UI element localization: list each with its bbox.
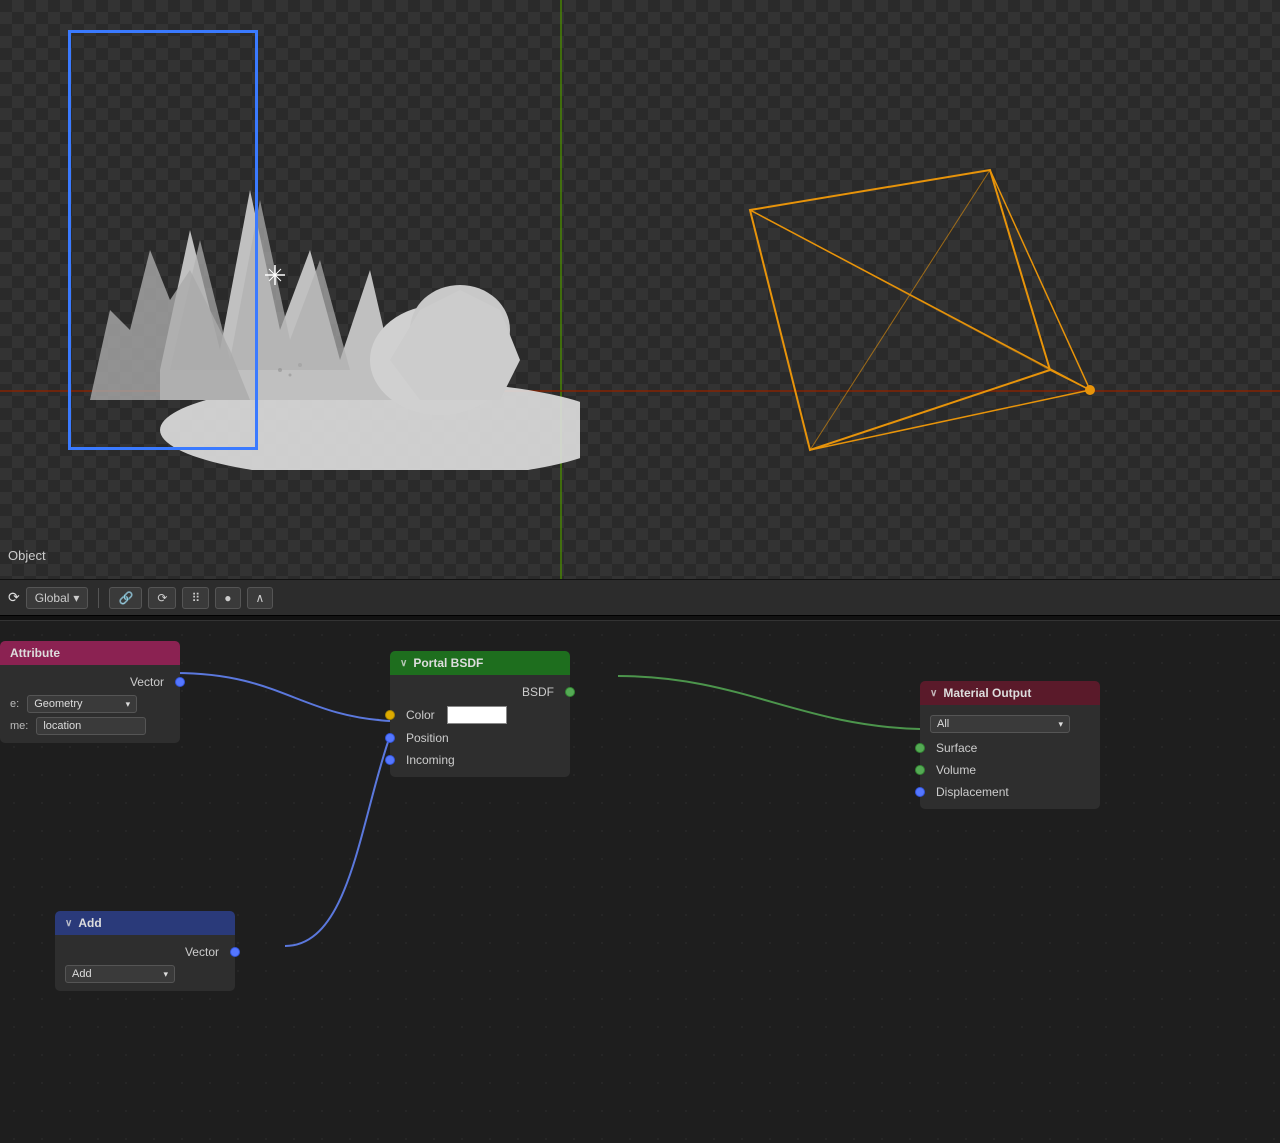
viewport-toolbar: ⟳ Global ▾ 🔗 ⟳ ⠿ ● ∧	[0, 579, 1280, 615]
add-type-dropdown[interactable]: Add ▾	[65, 965, 175, 983]
shading-btn[interactable]: ●	[215, 587, 240, 609]
material-output-dropdown-row: All ▾	[920, 711, 1100, 737]
add-node-title: Add	[78, 916, 101, 930]
vector-label: Vector	[130, 675, 164, 689]
all-value: All	[937, 718, 949, 730]
surface-input-row: Surface	[920, 737, 1100, 759]
displacement-input-row: Displacement	[920, 781, 1100, 803]
incoming-label: Incoming	[406, 753, 455, 767]
displacement-label: Displacement	[936, 785, 1009, 799]
location-field[interactable]: location	[36, 717, 146, 735]
position-input-socket	[385, 733, 395, 743]
portal-bsdf-header: ∨ Portal BSDF	[390, 651, 570, 675]
material-output-header: ∨ Material Output	[920, 681, 1100, 705]
3d-viewport[interactable]: Object ⟳ Global ▾ 🔗 ⟳ ⠿ ● ∧	[0, 0, 1280, 615]
attribute-vector-output: Vector	[0, 671, 180, 693]
add-chevron: ∨	[65, 918, 72, 929]
attribute-node-title: Attribute	[10, 646, 60, 660]
add-node-body: Vector Add ▾	[55, 935, 235, 991]
location-value: location	[43, 720, 81, 732]
mode-arrow: ▾	[73, 591, 79, 605]
portal-chevron: ∨	[400, 658, 407, 669]
material-output-title: Material Output	[943, 686, 1031, 700]
attribute-name-row: me: location	[0, 715, 180, 737]
name-label: me:	[10, 720, 28, 732]
add-dropdown-arrow: ▾	[163, 969, 168, 980]
bsdf-label: BSDF	[522, 685, 554, 699]
portal-bsdf-title: Portal BSDF	[413, 656, 483, 670]
refresh-btn[interactable]: ⟳	[148, 587, 176, 609]
camera-wireframe	[690, 150, 1110, 530]
color-input-row: Color	[390, 703, 570, 727]
node-editor[interactable]: Attribute Vector e: Geometry ▾ me: locat…	[0, 621, 1280, 1143]
displacement-input-socket	[915, 787, 925, 797]
global-dropdown[interactable]: Global ▾	[26, 587, 89, 609]
all-arrow: ▾	[1058, 719, 1063, 730]
link-btn[interactable]: 🔗	[109, 587, 142, 609]
camera-frame	[68, 30, 258, 450]
volume-label: Volume	[936, 763, 976, 777]
attribute-type-row: e: Geometry ▾	[0, 693, 180, 715]
overlay-btn[interactable]: ⠿	[182, 587, 209, 609]
add-node-header: ∨ Add	[55, 911, 235, 935]
material-output-body: All ▾ Surface Volume Displacement	[920, 705, 1100, 809]
vector-output-socket	[175, 677, 185, 687]
color-swatch[interactable]	[447, 706, 507, 724]
position-input-row: Position	[390, 727, 570, 749]
all-dropdown[interactable]: All ▾	[930, 715, 1070, 733]
attribute-node: Attribute Vector e: Geometry ▾ me: locat…	[0, 641, 180, 743]
geometry-value: Geometry	[34, 698, 82, 710]
bsdf-output-row: BSDF	[390, 681, 570, 703]
attribute-node-header: Attribute	[0, 641, 180, 665]
portal-bsdf-body: BSDF Color Position Incoming	[390, 675, 570, 777]
geometry-dropdown[interactable]: Geometry ▾	[27, 695, 137, 713]
volume-input-row: Volume	[920, 759, 1100, 781]
surface-label: Surface	[936, 741, 977, 755]
color-input-label: Color	[406, 708, 435, 722]
type-label: e:	[10, 698, 19, 710]
surface-input-socket	[915, 743, 925, 753]
object-mode-label: Object	[8, 548, 46, 563]
add-node: ∨ Add Vector Add ▾	[55, 911, 235, 991]
material-output-node: ∨ Material Output All ▾ Surface Volume	[920, 681, 1100, 809]
add-vector-socket	[230, 947, 240, 957]
material-chevron: ∨	[930, 688, 937, 699]
add-vector-label: Vector	[185, 945, 219, 959]
attribute-node-body: Vector e: Geometry ▾ me: location	[0, 665, 180, 743]
add-dropdown-row: Add ▾	[55, 963, 235, 985]
add-vector-output: Vector	[55, 941, 235, 963]
global-mode-label: Global	[35, 591, 70, 605]
bsdf-output-socket	[565, 687, 575, 697]
incoming-input-row: Incoming	[390, 749, 570, 771]
position-label: Position	[406, 731, 449, 745]
incoming-input-socket	[385, 755, 395, 765]
render-btn[interactable]: ∧	[247, 587, 274, 609]
portal-bsdf-node: ∨ Portal BSDF BSDF Color Position	[390, 651, 570, 777]
separator	[98, 588, 99, 608]
transform-icon: ⟳	[8, 589, 20, 606]
volume-input-socket	[915, 765, 925, 775]
color-input-socket	[385, 710, 395, 720]
dropdown-arrow: ▾	[126, 699, 131, 710]
add-type-value: Add	[72, 968, 92, 980]
